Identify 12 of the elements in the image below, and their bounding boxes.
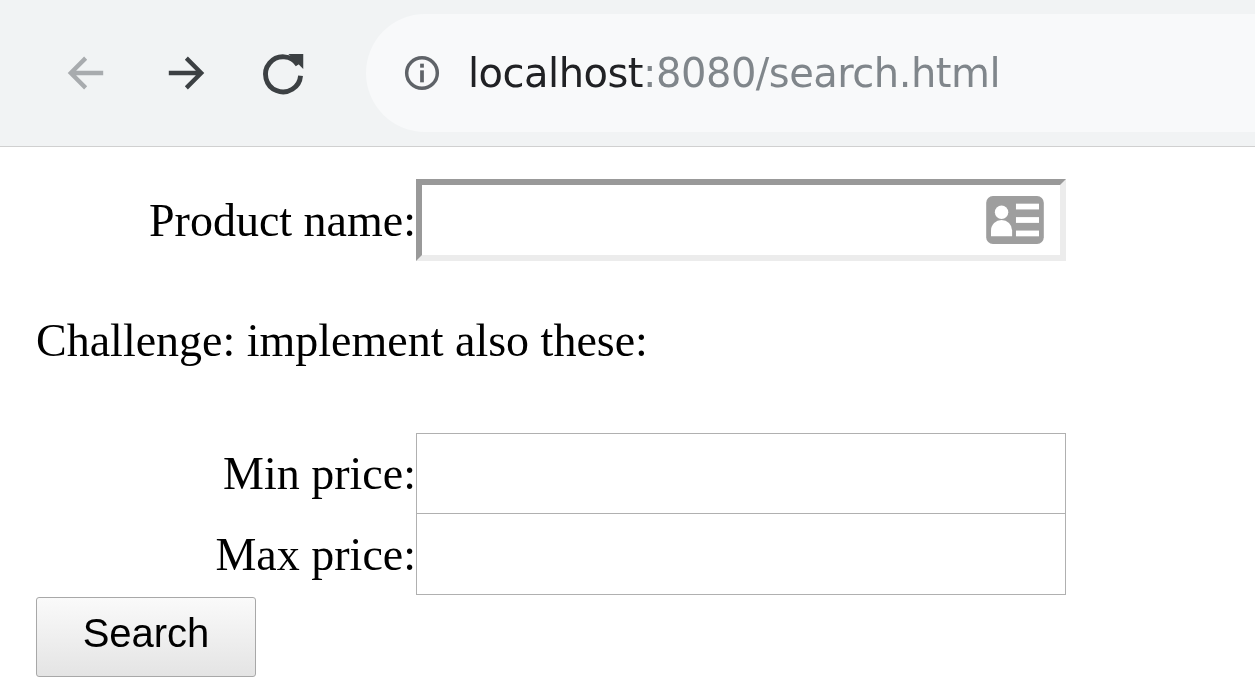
info-icon[interactable]	[402, 53, 442, 93]
field-label: Min price:	[222, 447, 416, 500]
contact-card-icon[interactable]	[986, 196, 1044, 244]
url-text: localhost:8080/search.html	[468, 50, 1000, 96]
challenge-text: Challenge: implement also these:	[36, 314, 649, 368]
input-field[interactable]	[416, 514, 1066, 595]
input-field[interactable]	[416, 433, 1066, 514]
search-button[interactable]: Search	[36, 597, 256, 677]
address-bar[interactable]: localhost:8080/search.html	[366, 14, 1255, 132]
input-field[interactable]	[416, 179, 1066, 261]
field-label: Max price:	[214, 528, 416, 581]
field-label: Product name:	[148, 193, 416, 247]
